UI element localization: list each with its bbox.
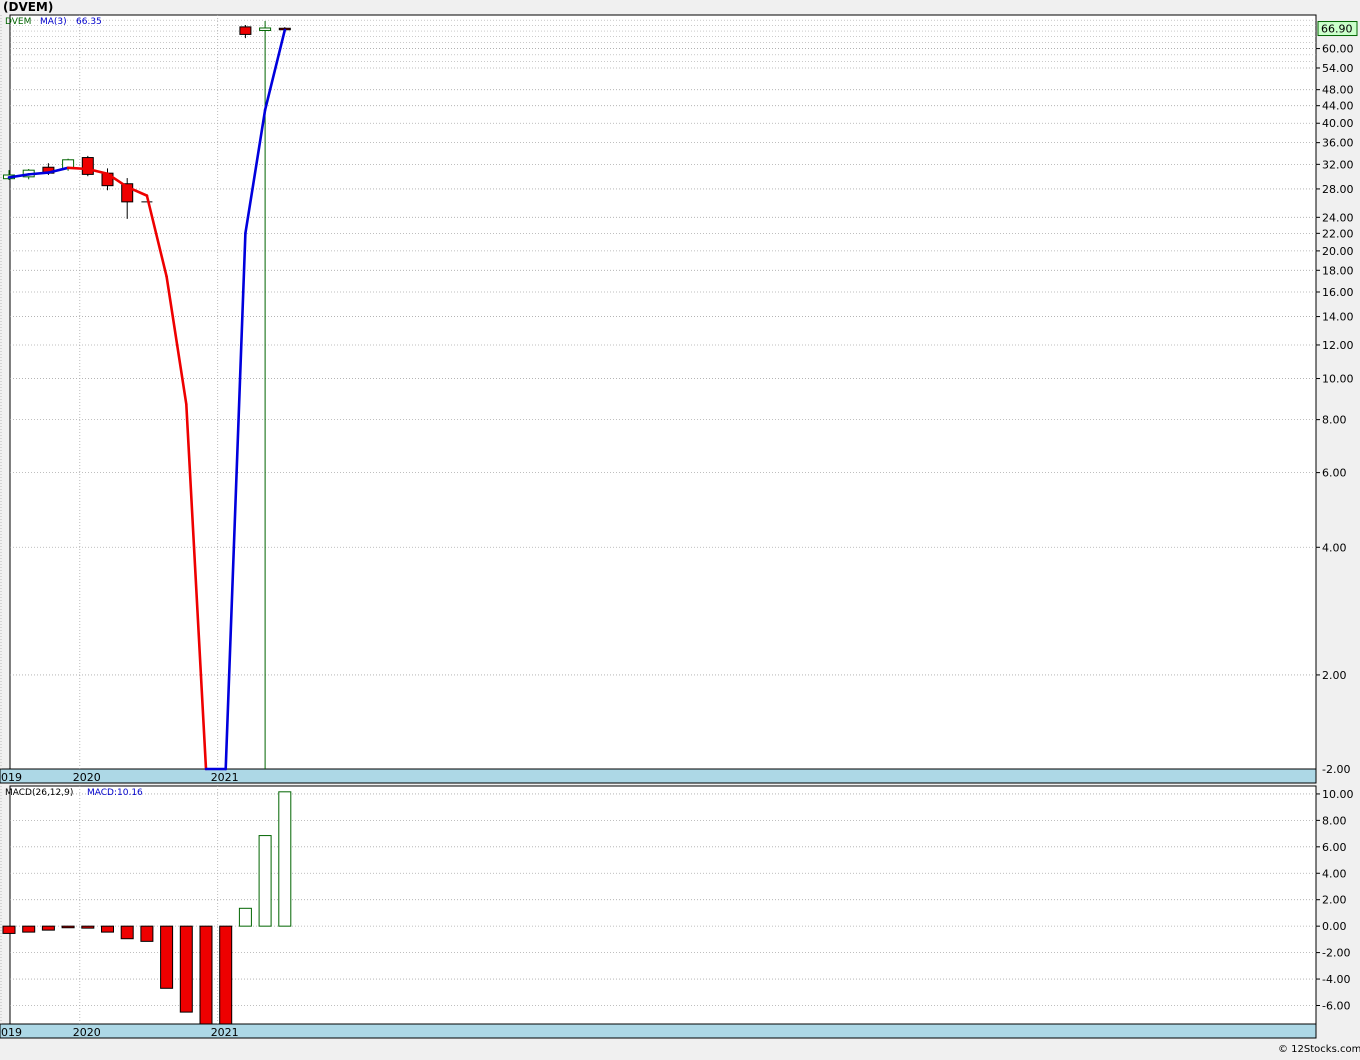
macd-tick-label: 10.00 — [1322, 788, 1354, 801]
macd-bar-positive — [278, 791, 292, 927]
macd-tick-label: -2.00 — [1322, 947, 1350, 960]
macd-date-label: 2021 — [211, 1026, 239, 1039]
macd-bar-positive — [238, 907, 252, 927]
macd-tick-label: 2.00 — [1322, 894, 1347, 907]
macd-bar-negative — [199, 925, 213, 1025]
price-date-label: 2020 — [73, 771, 101, 784]
macd-bar-negative — [101, 925, 114, 933]
price-tick-label: 10.00 — [1322, 373, 1354, 386]
copyright-text: © 12Stocks.com — [1278, 1044, 1360, 1055]
macd-bar-negative — [2, 925, 16, 934]
ma-segment — [66, 166, 90, 171]
macd-bar-negative — [160, 925, 174, 989]
price-tick-label: 12.00 — [1322, 339, 1354, 352]
macd-bar-negative — [219, 925, 233, 1025]
price-tick-label: 54.00 — [1322, 62, 1354, 75]
price-tick-label: 2.00 — [1322, 669, 1347, 682]
price-tick-label: 40.00 — [1322, 117, 1354, 130]
price-tick-label: 28.00 — [1322, 183, 1354, 196]
macd-bar-positive — [258, 835, 272, 927]
candle-up — [259, 27, 272, 31]
price-panel — [9, 14, 1317, 770]
macd-date-label: 2019 — [0, 1026, 22, 1039]
candle-down — [239, 26, 252, 35]
price-tick-label: 22.00 — [1322, 227, 1354, 240]
macd-tick-label: 6.00 — [1322, 841, 1347, 854]
price-date-label: 2019 — [0, 771, 22, 784]
price-tick-label: 16.00 — [1322, 286, 1354, 299]
ma-segment — [27, 171, 50, 176]
price-tick-label: 18.00 — [1322, 264, 1354, 277]
macd-tick-label: 8.00 — [1322, 814, 1347, 827]
chart-canvas: (DVEM) 2.00 4.00 6.00 8.00 10.00 12.00 14.00 16.… — [0, 0, 1360, 1056]
chart-title: (DVEM) — [3, 0, 53, 14]
macd-tick-label: 4.00 — [1322, 867, 1347, 880]
price-tick-label: 44.00 — [1322, 100, 1354, 113]
macd-bar-negative — [120, 925, 134, 940]
price-tick-label: 14.00 — [1322, 311, 1354, 324]
last-price-label: 66.90 — [1321, 23, 1353, 36]
price-tick-label: 8.00 — [1322, 414, 1347, 427]
macd-bar-negative — [61, 925, 75, 929]
macd-bar-negative — [22, 925, 36, 933]
price-bottom-tick-label: -2.00 — [1322, 763, 1350, 776]
price-date-label: 2021 — [211, 771, 239, 784]
legend-symbol: DVEM — [5, 17, 31, 27]
macd-legend-value: MACD:10.16 — [87, 788, 143, 798]
macd-bar-negative — [140, 925, 154, 942]
price-tick-label: 20.00 — [1322, 245, 1354, 258]
stock-chart: (DVEM) 2.00 4.00 6.00 8.00 10.00 12.00 14.00 16.… — [0, 0, 1360, 1056]
macd-legend-label: MACD(26,12,9) — [5, 788, 73, 798]
price-tick-label: 24.00 — [1322, 211, 1354, 224]
legend-ma-label: MA(3) — [40, 17, 67, 27]
price-tick-label: 60.00 — [1322, 43, 1354, 56]
macd-bar-negative — [81, 925, 95, 929]
price-tick-label: 48.00 — [1322, 84, 1354, 97]
candle-down — [81, 157, 94, 175]
macd-bar-negative — [179, 925, 193, 1013]
price-tick-label: 36.00 — [1322, 137, 1354, 150]
macd-date-axis — [0, 1023, 1317, 1039]
macd-tick-label: -6.00 — [1322, 999, 1350, 1012]
price-tick-label: 4.00 — [1322, 541, 1347, 554]
macd-date-label: 2020 — [73, 1026, 101, 1039]
macd-tick-label: 0.00 — [1322, 920, 1347, 933]
macd-tick-label: -4.00 — [1322, 973, 1350, 986]
price-tick-label: 6.00 — [1322, 467, 1347, 480]
price-tick-label: 32.00 — [1322, 158, 1354, 171]
macd-bar-negative — [41, 925, 55, 931]
legend-ma-value: 66.35 — [76, 17, 102, 27]
price-date-axis — [0, 768, 1317, 784]
